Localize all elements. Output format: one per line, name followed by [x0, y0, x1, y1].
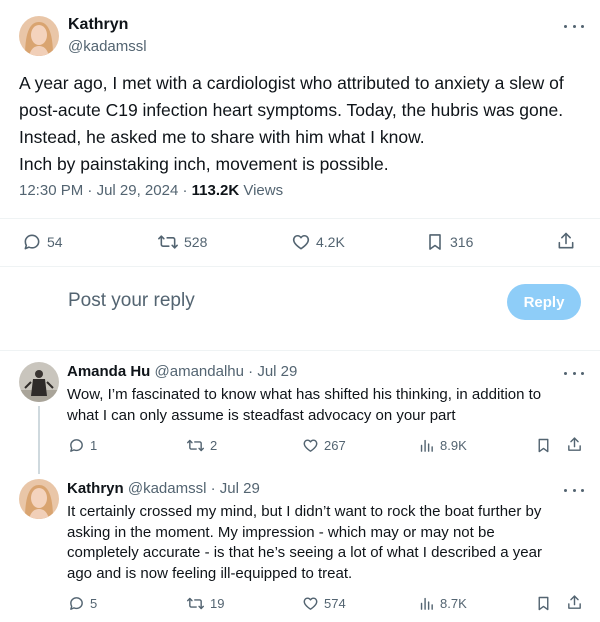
reply-author-handle[interactable]: @kadamssl — [128, 480, 207, 497]
separator: · — [87, 182, 93, 199]
reply-button[interactable]: 5 — [68, 595, 97, 612]
bookmark-button[interactable]: 316 — [425, 232, 473, 252]
separator: · — [248, 363, 254, 380]
retweet-icon — [157, 232, 179, 252]
reply-header: Amanda Hu @amandalhu · Jul 29 — [67, 363, 297, 380]
tweet-date[interactable]: Jul 29, 2024 — [97, 182, 179, 199]
reply-icon — [68, 595, 85, 612]
reply-text-line: ago and is now feeling ill-equipped to t… — [67, 564, 353, 582]
tweet-time[interactable]: 12:30 PM — [19, 182, 83, 199]
reply-button[interactable]: 54 — [22, 232, 63, 252]
like-count: 574 — [324, 596, 346, 611]
reply-author-name[interactable]: Kathryn — [67, 480, 124, 497]
share-button[interactable] — [566, 594, 583, 611]
tweet-text-line: post-acute C19 infection heart symptoms.… — [19, 100, 564, 120]
separator: · — [210, 480, 216, 497]
retweet-icon — [186, 595, 205, 612]
views-chart-icon — [418, 595, 435, 612]
reply-header: Kathryn @kadamssl · Jul 29 — [67, 480, 260, 497]
reply-date[interactable]: Jul 29 — [220, 480, 260, 497]
retweet-count: 2 — [210, 438, 218, 453]
share-icon — [566, 594, 583, 611]
views-count: 8.7K — [440, 596, 467, 611]
bookmark-button[interactable] — [535, 595, 552, 612]
retweet-button[interactable]: 528 — [157, 232, 207, 252]
reply-icon — [68, 437, 85, 454]
share-icon — [566, 436, 583, 453]
avatar-amanda-hu[interactable] — [19, 362, 59, 402]
retweet-count: 528 — [184, 234, 208, 250]
reply-count: 5 — [90, 596, 98, 611]
reply-icon — [22, 232, 42, 252]
heart-icon — [302, 437, 319, 454]
reply-author-handle[interactable]: @amandalhu — [155, 363, 244, 380]
share-button[interactable] — [566, 436, 583, 453]
bookmark-icon — [535, 437, 552, 454]
share-icon — [556, 231, 576, 251]
retweet-button[interactable]: 19 — [186, 595, 224, 612]
heart-icon — [291, 232, 311, 252]
reply-text-line: completely accurate - is that he’s seein… — [67, 544, 542, 561]
views-count: 8.9K — [440, 438, 467, 453]
divider — [0, 350, 600, 351]
retweet-button[interactable]: 2 — [186, 437, 217, 454]
reply-submit-button[interactable]: Reply — [507, 284, 581, 320]
bookmark-count: 316 — [450, 234, 474, 250]
author-handle[interactable]: @kadamssl — [68, 38, 147, 55]
like-button[interactable]: 267 — [302, 437, 346, 454]
heart-icon — [302, 595, 319, 612]
more-icon[interactable] — [564, 21, 584, 31]
reply-text-line: It certainly crossed my mind, but I didn… — [67, 503, 542, 520]
reply-author-name[interactable]: Amanda Hu — [67, 363, 150, 380]
reply-text-line: asking in the moment. My impression - wh… — [67, 523, 495, 541]
reply-text-line: Wow, I’m fascinated to know what has shi… — [67, 386, 542, 403]
avatar-kathryn[interactable] — [19, 479, 59, 519]
views-button[interactable]: 8.7K — [418, 595, 467, 612]
retweet-count: 19 — [210, 596, 225, 611]
reply-input[interactable]: Post your reply — [68, 290, 195, 312]
tweet-text: A year ago, I met with a cardiologist wh… — [19, 70, 584, 178]
bookmark-icon — [535, 595, 552, 612]
bookmark-button[interactable] — [535, 437, 552, 454]
like-button[interactable]: 4.2K — [291, 232, 345, 252]
separator: · — [182, 182, 188, 199]
views-button[interactable]: 8.9K — [418, 437, 467, 454]
more-icon[interactable] — [564, 368, 584, 378]
tweet-text-line: Inch by painstaking inch, movement is po… — [19, 154, 389, 174]
tweet-text-line: Instead, he asked me to share with him w… — [19, 127, 425, 147]
views-count: 113.2K — [191, 182, 240, 199]
avatar-kathryn[interactable] — [19, 16, 59, 56]
divider — [0, 218, 600, 219]
like-count: 267 — [324, 438, 346, 453]
reply-text-line: what I can only assume is steadfast advo… — [67, 406, 456, 424]
author-name[interactable]: Kathryn — [68, 16, 128, 34]
like-count: 4.2K — [316, 234, 345, 250]
reply-text: It certainly crossed my mind, but I didn… — [67, 502, 577, 584]
tweet-text-line: A year ago, I met with a cardiologist wh… — [19, 73, 564, 93]
reply-button[interactable]: 1 — [68, 437, 97, 454]
share-button[interactable] — [556, 231, 576, 251]
tweet-meta: 12:30 PM · Jul 29, 2024 · 113.2K Views — [19, 182, 283, 199]
reply-date[interactable]: Jul 29 — [257, 363, 297, 380]
retweet-icon — [186, 437, 205, 454]
reply-count: 54 — [47, 234, 63, 250]
reply-text: Wow, I’m fascinated to know what has shi… — [67, 385, 577, 426]
views-label: Views — [243, 182, 284, 199]
more-icon[interactable] — [564, 485, 584, 495]
thread-line — [38, 406, 40, 474]
bookmark-icon — [425, 232, 445, 252]
like-button[interactable]: 574 — [302, 595, 346, 612]
divider — [0, 266, 600, 267]
views-chart-icon — [418, 437, 435, 454]
reply-count: 1 — [90, 438, 98, 453]
